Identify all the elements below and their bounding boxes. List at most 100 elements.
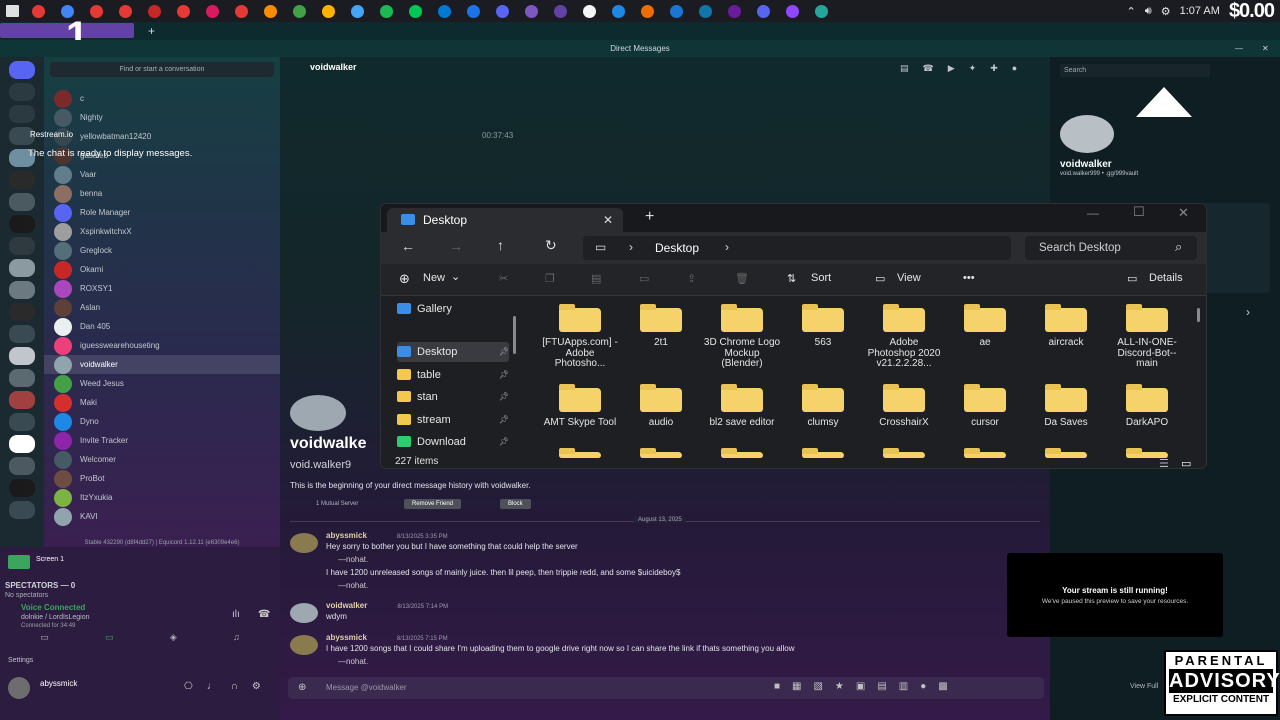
noise-suppression-icon[interactable]: ılı [232,609,240,620]
server-icon[interactable] [9,479,35,497]
copy-icon[interactable]: ❐ [545,272,555,285]
details-button[interactable]: Details [1149,272,1183,284]
sidebar-item-gallery[interactable]: Gallery [397,299,509,319]
windows-start-icon[interactable] [6,5,19,17]
threads-icon[interactable]: ▤ [900,63,909,74]
forward-arrow-icon[interactable]: → [449,238,463,254]
taskbar-app-icon[interactable] [612,4,625,18]
folder-item[interactable]: bl2 save editor [703,384,781,429]
dm-list-item[interactable]: ProBot [44,469,280,488]
voice-channel[interactable]: dolnkie / LordIsLegion [21,614,90,621]
dm-list-item[interactable]: voidwalker [44,355,280,374]
dm-list-item[interactable]: Weed Jesus [44,374,280,393]
folder-item[interactable]: 2t1 [622,304,700,349]
server-icon[interactable] [9,325,35,343]
taskbar-app-icon[interactable] [786,4,799,18]
avatar[interactable] [290,603,318,623]
server-icon[interactable] [9,303,35,321]
dm-list-item[interactable]: Nighty [44,108,280,127]
cut-icon[interactable]: ✂ [499,272,508,285]
search-icon[interactable]: ⌕ [1175,239,1182,255]
sidebar-item-stream[interactable]: stream 📌︎ [397,410,509,430]
paste-icon[interactable]: ▤ [591,272,601,285]
sidebar-item-download[interactable]: Download 📌︎ [397,432,509,452]
folder-item[interactable]: Da Saves [1027,384,1105,429]
gear-icon[interactable]: ⚙ [252,681,261,692]
add-attachment-icon[interactable]: ⊕ [298,682,306,693]
message-input[interactable]: Message @voidwalker [326,683,407,692]
chevron-down-icon[interactable]: ⌄ [451,270,460,283]
pin-icon[interactable]: 📌︎ [499,365,509,385]
new-tab-plus-icon[interactable]: + [148,24,155,38]
back-arrow-icon[interactable]: ← [401,238,415,254]
new-button[interactable]: New [423,272,445,284]
taskbar-app-icon[interactable] [235,4,248,18]
explorer-search-input[interactable]: Search Desktop [1039,242,1121,254]
taskbar-app-icon[interactable] [293,4,306,18]
screen-icon[interactable]: ▭ [105,632,114,648]
explorer-tab-desktop[interactable]: Desktop ✕ [387,208,623,232]
taskbar-app-icon[interactable] [264,4,277,18]
taskbar-app-icon[interactable] [90,4,103,18]
dm-list-item[interactable]: Maki [44,393,280,412]
dm-search-input[interactable]: Find or start a conversation [50,62,274,77]
pin-icon[interactable]: 📌︎ [499,432,509,452]
taskbar-app-icon[interactable] [206,4,219,18]
dm-list-item[interactable]: Welcomer [44,450,280,469]
discord-home-icon[interactable] [9,61,35,79]
close-icon[interactable]: ✕ [1178,205,1189,221]
dm-list-item[interactable]: yellowbatman12420 [44,127,280,146]
folder-item[interactable]: cursor [946,384,1024,429]
avatar[interactable] [290,635,318,655]
folder-item[interactable]: AMT Skype Tool [541,384,619,429]
delete-icon[interactable]: 🗑︎ [735,272,749,285]
dm-list-item[interactable]: Dan 405 [44,317,280,336]
dm-list-item[interactable]: Role Manager [44,203,280,222]
view-button[interactable]: View [897,272,921,284]
folder-item[interactable]: ALL-IN-ONE-Discord-Bot--main [1108,304,1186,370]
new-plus-icon[interactable]: ⊕ [399,271,410,287]
taskbar-app-icon[interactable] [496,4,509,18]
gamepad-icon[interactable]: ⎔ [184,681,193,692]
search-icon[interactable] [9,83,35,101]
taskbar-app-icon[interactable] [119,4,132,18]
headphones-icon[interactable]: ∩ [231,681,238,692]
server-icon[interactable] [9,259,35,277]
dm-list-item[interactable]: ItzYxukia [44,488,280,507]
server-icon[interactable] [9,391,35,409]
microphone-icon[interactable]: ♩ [207,681,217,692]
taskbar-app-icon[interactable] [670,4,683,18]
sort-icon[interactable]: ⇅ [787,272,796,285]
view-icon[interactable]: ▭ [875,272,885,285]
server-icon[interactable] [9,347,35,365]
dm-list-item[interactable]: Invite Tracker [44,431,280,450]
chevron-right-icon[interactable]: › [1246,305,1250,319]
close-icon[interactable]: ✕ [1262,40,1269,57]
sidebar-scrollbar[interactable] [513,316,516,354]
camera-icon[interactable]: ▭ [40,632,49,648]
pin-icon[interactable]: 📌︎ [499,410,509,430]
folder-item[interactable]: clumsy [784,384,862,429]
view-full-profile[interactable]: View Full [1130,683,1158,690]
pin-icon[interactable]: 📌︎ [499,387,509,407]
taskbar-app-icon[interactable] [554,4,567,18]
folder-item[interactable]: aircrack [1027,304,1105,349]
inbox-icon[interactable] [9,105,35,123]
taskbar-app-icon[interactable] [380,4,393,18]
dm-list-item[interactable]: Aslan [44,298,280,317]
message-author[interactable]: abyssmick [326,633,367,642]
folder-item[interactable]: audio [622,384,700,429]
tiles-view-icon[interactable]: ▭ [1181,456,1191,468]
share-icon[interactable]: ⇪ [687,272,696,285]
call-icon[interactable]: ☎ [923,63,934,74]
folder-item[interactable]: 563 [784,304,862,349]
avatar[interactable] [290,533,318,553]
breadcrumb-chevron-icon[interactable]: › [725,240,729,254]
folder-item[interactable]: 3D Chrome Logo Mockup (Blender) [703,304,781,370]
gear-icon[interactable]: ⚙ [1161,5,1171,18]
explorer-search-box[interactable]: Search Desktop ⌕ [1025,236,1197,260]
taskbar-app-icon[interactable] [728,4,741,18]
taskbar-app-icon[interactable] [351,4,364,18]
soundboard-icon[interactable]: ♫ [233,632,240,648]
refresh-icon[interactable]: ↻ [545,237,557,254]
